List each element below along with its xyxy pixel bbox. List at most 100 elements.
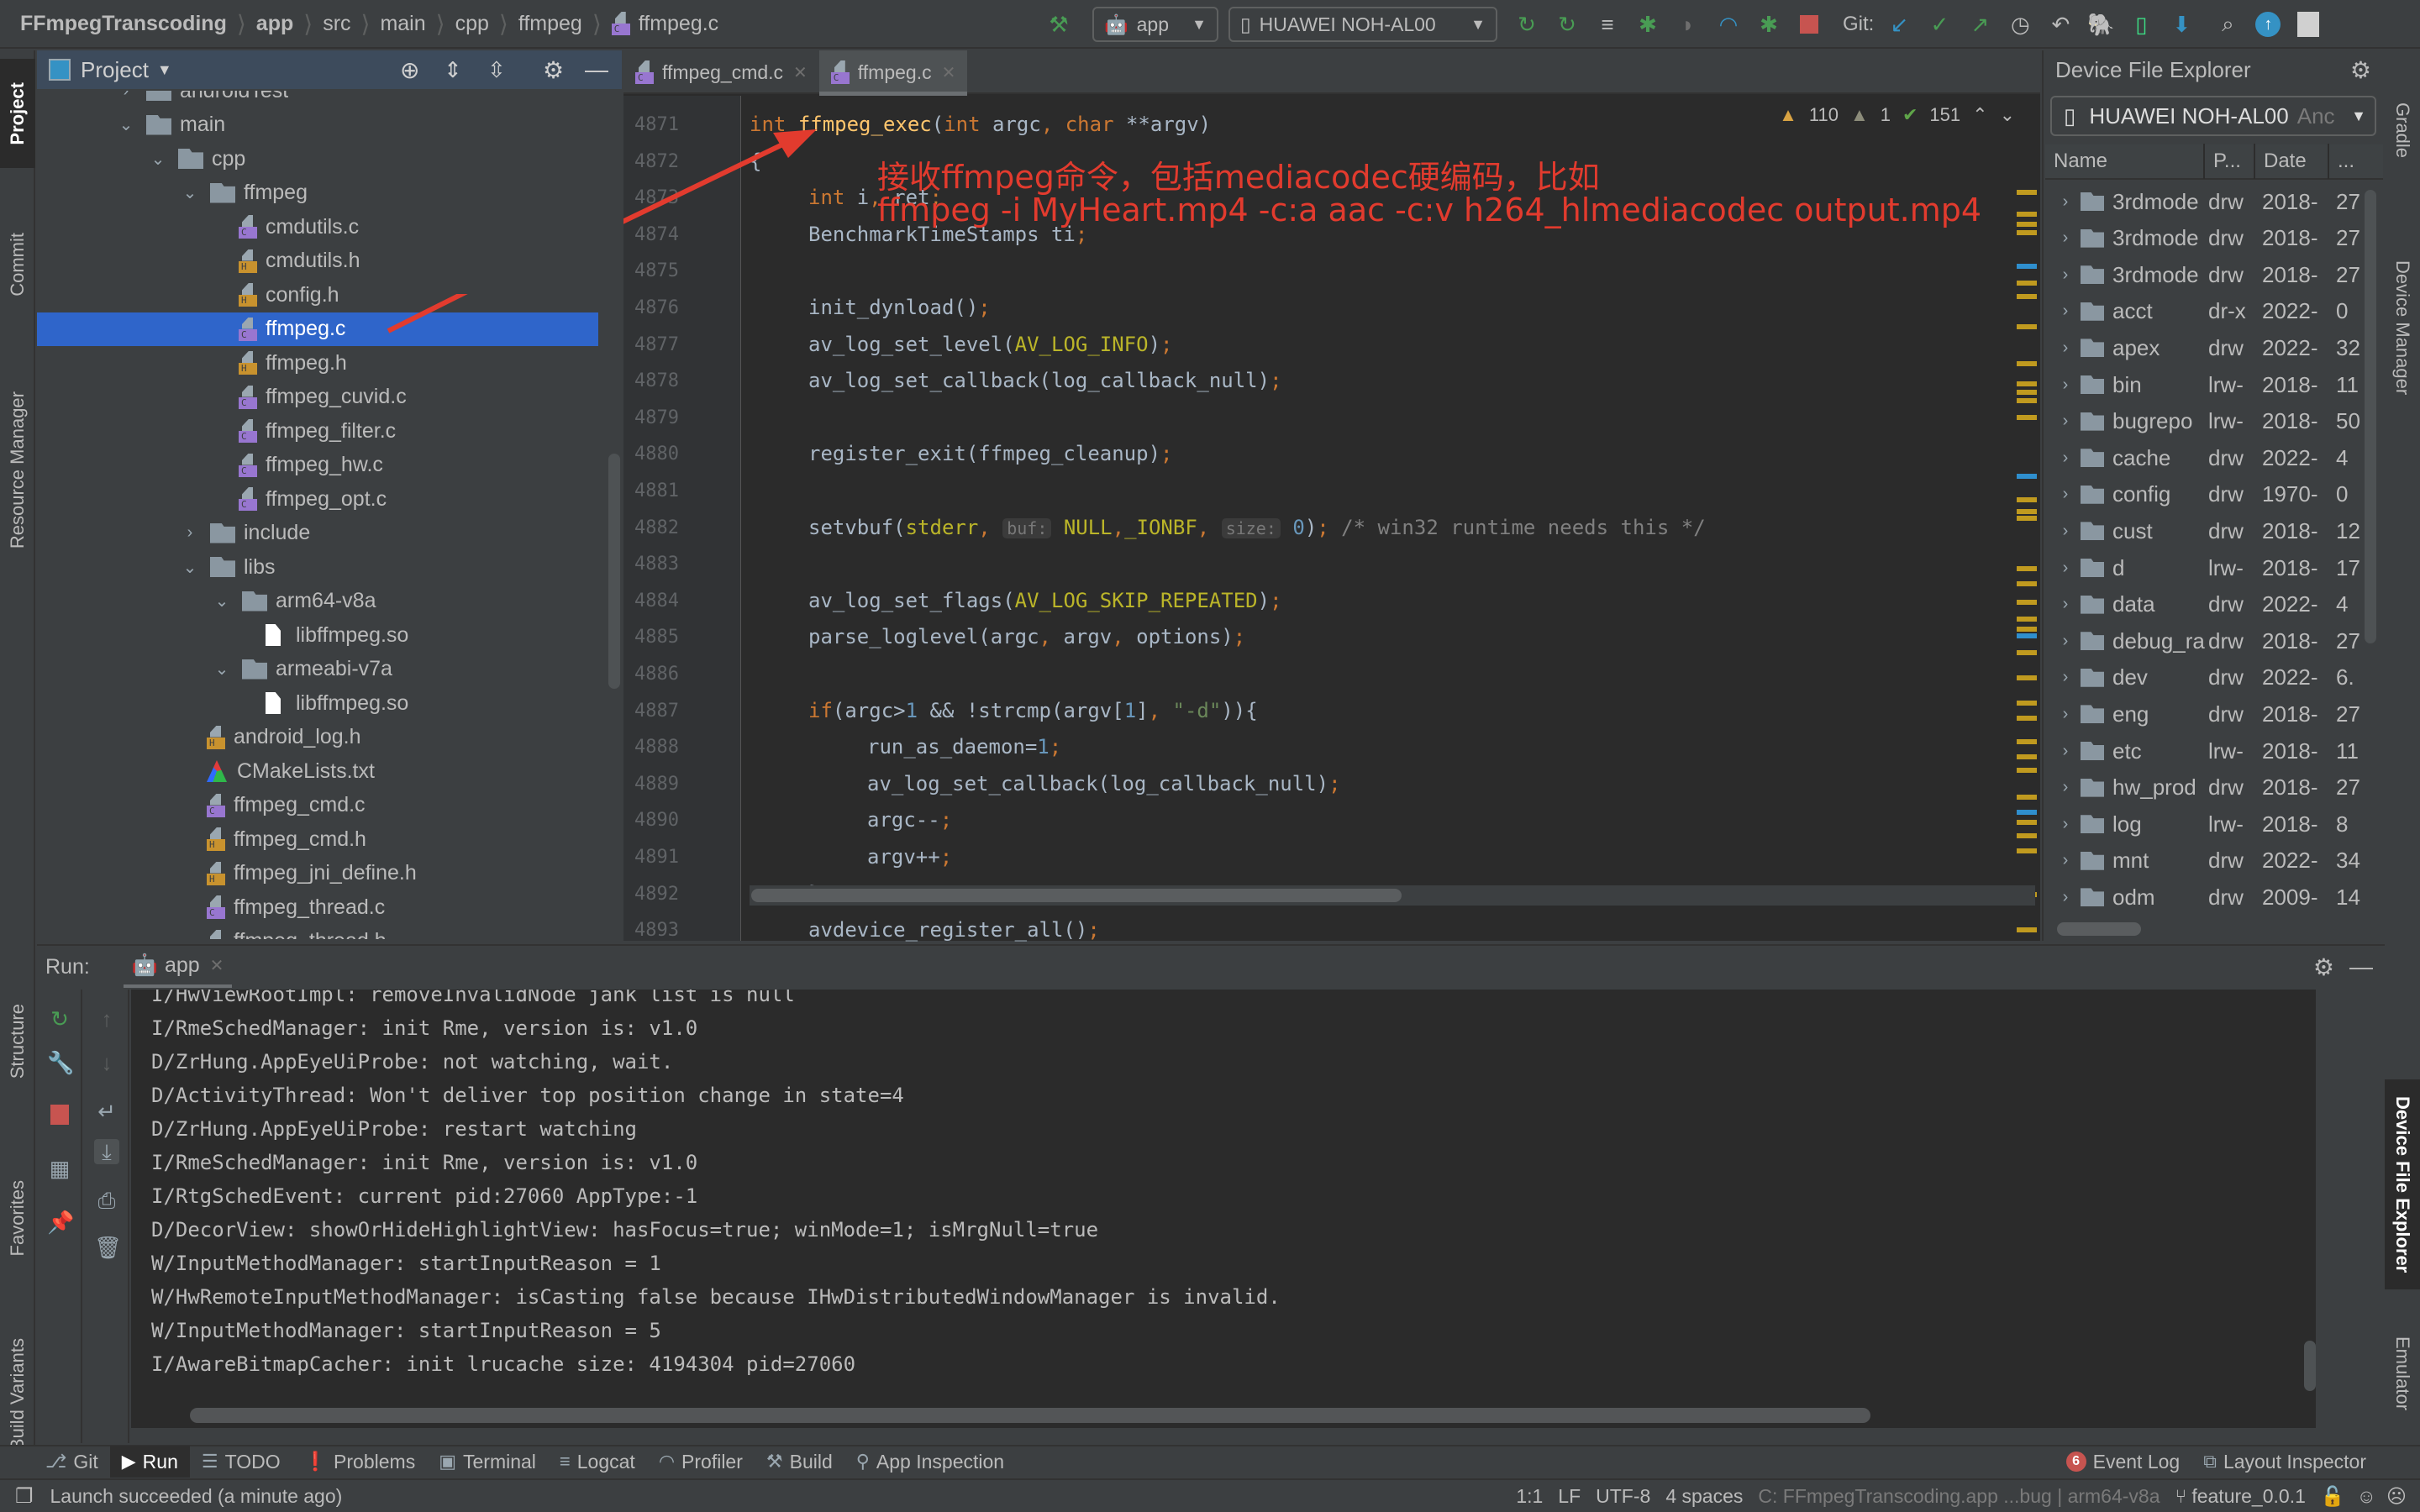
- tool-terminal[interactable]: ▣ Terminal: [427, 1446, 548, 1478]
- chevron-right-icon[interactable]: ›: [182, 523, 198, 543]
- gradle-sync-icon[interactable]: 🐘: [2087, 12, 2114, 37]
- print-icon[interactable]: ⎙: [94, 1188, 119, 1213]
- log-line[interactable]: I/HwViewRootImpl: removeInvalidNode jank…: [151, 990, 795, 1011]
- project-scrollbar[interactable]: [608, 454, 620, 689]
- tree-item[interactable]: Hffmpeg_thread.h: [37, 925, 598, 939]
- locate-icon[interactable]: ⊕: [400, 56, 419, 84]
- tool-app-inspection[interactable]: ⚲ App Inspection: [844, 1446, 1016, 1478]
- minimize-icon[interactable]: —: [585, 56, 608, 83]
- tool-event-log[interactable]: 6 Event Log: [2054, 1446, 2192, 1478]
- chevron-down-icon[interactable]: ⌄: [118, 114, 134, 135]
- log-line[interactable]: I/RtgSchedEvent: current pid:27060 AppTy…: [151, 1179, 697, 1213]
- profile-icon[interactable]: ◠: [1716, 12, 1741, 37]
- coverage-icon[interactable]: ◗: [1676, 12, 1701, 37]
- dfe-row[interactable]: › acct dr-x 2022- 0: [2045, 295, 2363, 328]
- error-stripe-marker[interactable]: [2017, 627, 2037, 632]
- log-line[interactable]: D/ZrHung.AppEyeUiProbe: not watching, wa…: [151, 1045, 673, 1079]
- code-line[interactable]: av_log_set_flags(AV_LOG_SKIP_REPEATED);: [808, 584, 1282, 617]
- scroll-to-end-icon[interactable]: ⤓: [94, 1139, 119, 1164]
- dfe-row[interactable]: › apex drw 2022- 32: [2045, 331, 2363, 365]
- close-icon[interactable]: ✕: [210, 955, 224, 976]
- tool-layout-inspector[interactable]: ⧉ Layout Inspector: [2191, 1446, 2378, 1478]
- dfe-row[interactable]: › dev drw 2022- 6.: [2045, 661, 2363, 695]
- run-tab-app[interactable]: 🤖 app ✕: [123, 946, 233, 988]
- gear-icon[interactable]: ⚙: [543, 56, 564, 84]
- breadcrumb-file[interactable]: ffmpeg.c: [639, 12, 718, 36]
- git-push-icon[interactable]: ↗: [1967, 12, 1992, 37]
- dfe-row[interactable]: › log lrw- 2018- 8: [2045, 807, 2363, 841]
- tree-item[interactable]: Cffmpeg_filter.c: [37, 414, 598, 448]
- console-scrollbar[interactable]: [2304, 1341, 2316, 1391]
- wrench-icon[interactable]: 🔧: [47, 1050, 74, 1075]
- error-stripe-marker[interactable]: [2017, 474, 2037, 479]
- dfe-row[interactable]: › cust drw 2018- 12: [2045, 514, 2363, 548]
- pin-icon[interactable]: 📌: [47, 1210, 74, 1235]
- dfe-row[interactable]: › odm drw 2009- 14: [2045, 880, 2363, 914]
- error-stripe-marker[interactable]: [2017, 600, 2037, 605]
- tree-item[interactable]: libffmpeg.so: [37, 686, 598, 720]
- tool-tab-emulator[interactable]: Emulator: [2385, 1310, 2420, 1436]
- dfe-row[interactable]: › cache drw 2022- 4: [2045, 441, 2363, 475]
- tool-profiler[interactable]: ◠ Profiler: [647, 1446, 755, 1478]
- tree-item[interactable]: ⌄ main: [37, 108, 598, 142]
- rollback-icon[interactable]: ↶: [2048, 12, 2073, 37]
- tool-tab-resource-manager[interactable]: Resource Manager: [0, 361, 35, 580]
- happy-feedback-icon[interactable]: ☺: [2357, 1485, 2376, 1508]
- tree-item[interactable]: Cffmpeg_cmd.c: [37, 789, 598, 822]
- dfe-row[interactable]: › bugrepo lrw- 2018- 50: [2045, 405, 2363, 438]
- code-line[interactable]: run_as_daemon=1;: [867, 730, 1061, 764]
- chevron-right-icon[interactable]: ›: [2057, 888, 2074, 907]
- error-stripe-marker[interactable]: [2017, 754, 2037, 759]
- soft-wrap-icon[interactable]: ↵: [94, 1099, 119, 1124]
- error-stripe-marker[interactable]: [2017, 398, 2037, 403]
- git-update-icon[interactable]: ↙: [1886, 12, 1912, 37]
- chevron-right-icon[interactable]: ›: [2057, 742, 2074, 761]
- chevron-right-icon[interactable]: ›: [2057, 449, 2074, 468]
- attach-debugger-icon[interactable]: ✱: [1756, 12, 1781, 37]
- search-icon[interactable]: ⌕: [2215, 11, 2240, 37]
- dfe-row[interactable]: › 3rdmode drw 2018- 27: [2045, 185, 2363, 218]
- error-stripe-marker[interactable]: [2017, 820, 2037, 825]
- breadcrumb-ffmpeg[interactable]: ffmpeg: [518, 12, 582, 36]
- breadcrumb-project[interactable]: FFmpegTranscoding: [20, 12, 227, 36]
- chevron-right-icon[interactable]: ›: [2057, 302, 2074, 321]
- expand-all-icon[interactable]: ⇕: [444, 57, 462, 83]
- console-horizontal-scrollbar[interactable]: [131, 1403, 2316, 1428]
- dfe-device-selector[interactable]: ▯ HUAWEI NOH-AL00 Anc ▼: [2050, 96, 2376, 136]
- chevron-right-icon[interactable]: ›: [118, 91, 134, 101]
- chevron-right-icon[interactable]: ›: [2057, 705, 2074, 724]
- status-message[interactable]: Launch succeeded (a minute ago): [50, 1485, 343, 1508]
- sync-icon[interactable]: ≡: [1595, 12, 1620, 37]
- log-line[interactable]: W/InputMethodManager: startInputReason =…: [151, 1247, 661, 1280]
- chevron-down-icon[interactable]: ▼: [157, 61, 172, 79]
- tree-item[interactable]: › androidTest: [37, 91, 598, 108]
- git-commit-icon[interactable]: ✓: [1927, 12, 1952, 37]
- dfe-row[interactable]: › bin lrw- 2018- 11: [2045, 368, 2363, 402]
- tree-item[interactable]: libffmpeg.so: [37, 618, 598, 652]
- dfe-row[interactable]: › eng drw 2018- 27: [2045, 697, 2363, 731]
- chevron-down-icon[interactable]: ⌄: [150, 149, 166, 170]
- sad-feedback-icon[interactable]: ☹: [2386, 1485, 2407, 1508]
- account-icon[interactable]: [2296, 12, 2321, 37]
- error-stripe-marker[interactable]: [2017, 566, 2037, 571]
- chevron-right-icon[interactable]: ›: [2057, 815, 2074, 834]
- tool-logcat[interactable]: ≡ Logcat: [548, 1446, 647, 1478]
- tool-git[interactable]: ⎇ Git: [34, 1446, 110, 1478]
- code-line[interactable]: parse_loglevel(argc, argv, options);: [808, 620, 1245, 654]
- tree-item[interactable]: ⌄ ffmpeg: [37, 176, 598, 210]
- code-line[interactable]: register_exit(ffmpeg_cleanup);: [808, 437, 1172, 470]
- tool-windows-icon[interactable]: ❐: [15, 1484, 34, 1509]
- tree-item[interactable]: Cffmpeg_cuvid.c: [37, 381, 598, 414]
- tool-run[interactable]: ▶ Run: [109, 1446, 190, 1478]
- tree-item[interactable]: Hffmpeg_jni_define.h: [37, 857, 598, 890]
- error-stripe-marker[interactable]: [2017, 497, 2037, 502]
- column-name[interactable]: Name: [2045, 144, 2205, 179]
- dfe-row[interactable]: › etc lrw- 2018- 11: [2045, 734, 2363, 768]
- gear-icon[interactable]: ⚙: [2313, 953, 2334, 981]
- chevron-right-icon[interactable]: ›: [2057, 851, 2074, 870]
- file-encoding[interactable]: UTF-8: [1596, 1485, 1650, 1508]
- tool-tab-gradle[interactable]: Gradle: [2385, 59, 2420, 202]
- error-stripe-marker[interactable]: [2017, 810, 2037, 815]
- line-separator[interactable]: LF: [1558, 1485, 1581, 1508]
- error-stripe-marker[interactable]: [2017, 675, 2037, 680]
